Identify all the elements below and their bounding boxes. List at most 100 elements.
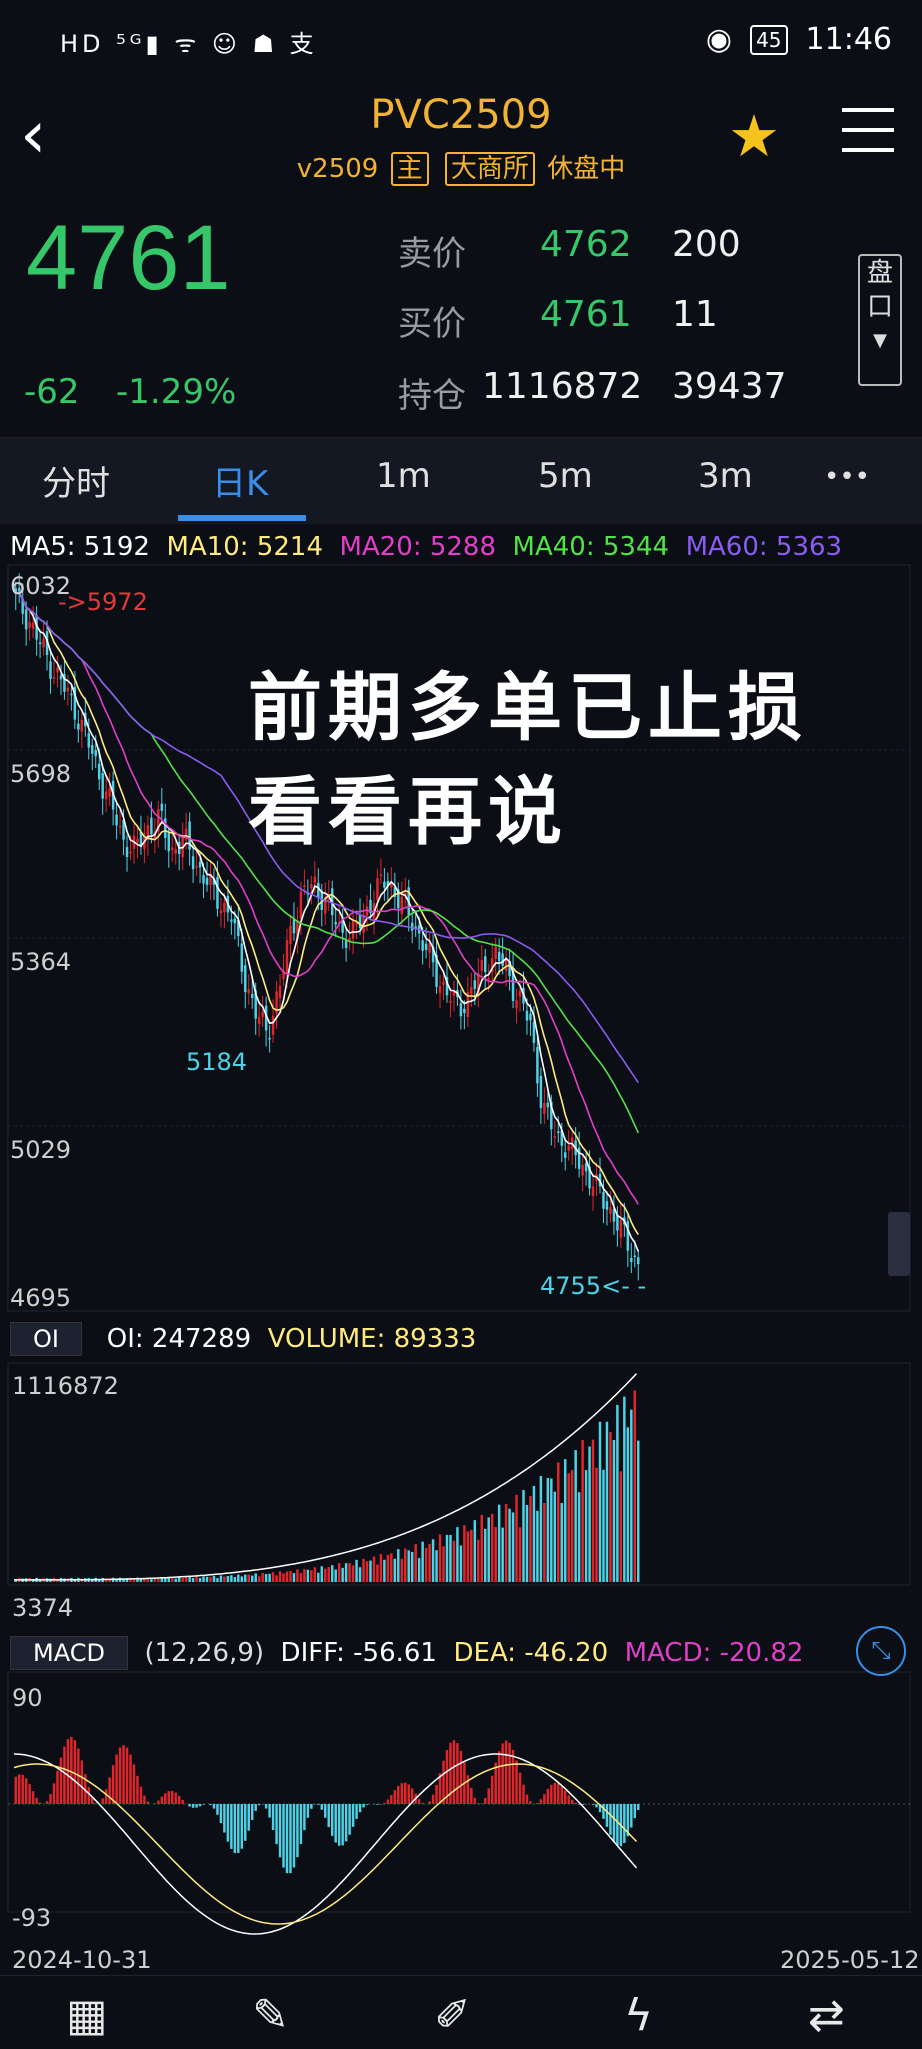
candle (174, 849, 177, 854)
candle (104, 791, 108, 800)
ask-price: 4762 (540, 224, 632, 265)
candle (80, 719, 84, 732)
oi-bar (459, 1545, 463, 1582)
candle (77, 723, 80, 730)
tab-5m[interactable]: 5m (538, 456, 593, 496)
oi-change: 39437 (672, 366, 787, 407)
switch-icon[interactable]: ⇄ (808, 1990, 845, 2041)
candle (494, 946, 497, 959)
oi-bar (490, 1513, 494, 1582)
oi-bar (619, 1471, 623, 1582)
candle (292, 918, 296, 934)
macd-indicator-button[interactable]: MACD (10, 1636, 128, 1670)
candle (219, 910, 223, 914)
oi-bar (400, 1558, 404, 1582)
candle (191, 856, 195, 870)
oi-bar (313, 1567, 317, 1582)
candle (567, 1145, 570, 1151)
oi-bar (442, 1546, 445, 1582)
candle (230, 919, 233, 922)
candle (278, 986, 282, 999)
expand-icon[interactable]: ⤡ (856, 1626, 906, 1676)
ma20-label: MA20: 5288 (339, 532, 497, 562)
candle (637, 1257, 640, 1265)
candle (24, 609, 28, 630)
tab-3m[interactable]: 3m (698, 456, 753, 496)
ma40-label: MA40: 5344 (512, 532, 670, 562)
pen-icon[interactable]: ✎ (252, 1990, 289, 2041)
oi-bar (306, 1569, 310, 1582)
candle (459, 1003, 463, 1017)
candle (164, 818, 167, 838)
price-change: -62 (24, 372, 80, 412)
oi-bar (164, 1577, 167, 1582)
draw-icon[interactable]: ✐ (434, 1990, 471, 2041)
candle (108, 788, 111, 797)
candle (480, 960, 483, 971)
oi-bar (546, 1477, 550, 1582)
candle (250, 993, 254, 998)
oi-bar (358, 1567, 362, 1582)
candle (125, 847, 129, 857)
oi-bar (417, 1558, 421, 1582)
star-icon[interactable]: ★ (728, 102, 780, 170)
candle (344, 940, 348, 949)
candle (484, 956, 487, 973)
candle (473, 980, 477, 989)
oi-bar (212, 1575, 216, 1582)
oi-bar (289, 1570, 292, 1582)
oi-bar (337, 1563, 341, 1582)
oi-bar (341, 1567, 344, 1582)
oi-bar (553, 1491, 557, 1582)
candle (334, 921, 337, 925)
low-marker: 5184 (186, 1048, 248, 1076)
oi-bar (174, 1578, 177, 1582)
candle (310, 883, 313, 889)
candle (70, 693, 73, 696)
candle (49, 661, 52, 679)
oi-bar (630, 1409, 633, 1582)
macd-frame (7, 1671, 911, 1913)
tab-daily-k[interactable]: 日K (212, 456, 268, 505)
candle (233, 918, 237, 924)
oi-bar (563, 1459, 567, 1582)
order-book-button[interactable]: 盘 口 ▼ (858, 254, 902, 386)
candle (470, 987, 473, 995)
bid-price: 4761 (540, 294, 632, 335)
oi-bar (470, 1529, 473, 1582)
tab-intraday[interactable]: 分时 (42, 456, 110, 505)
oi-bar (362, 1558, 365, 1582)
oi-label: 持仓 (398, 376, 466, 416)
candle (167, 833, 170, 852)
candle (414, 926, 417, 928)
candle (285, 940, 289, 973)
oi-bar (508, 1508, 511, 1582)
oi-indicator-button[interactable]: OI (10, 1322, 82, 1356)
oi-bar (431, 1539, 435, 1582)
oi-bar (250, 1575, 254, 1582)
candle (563, 1152, 567, 1158)
menu-icon[interactable] (842, 108, 894, 168)
grid-icon[interactable]: ▦ (66, 1990, 108, 2041)
oi-bar (209, 1577, 212, 1582)
oi-header: OI OI: 247289 VOLUME: 89333 (10, 1322, 476, 1356)
candle (633, 1255, 637, 1258)
oi-bar (550, 1478, 553, 1582)
candle (31, 622, 35, 629)
macd-header: MACD (12,26,9) DIFF: -56.61 DEA: -46.20 … (10, 1636, 803, 1670)
oi-bar (257, 1576, 261, 1582)
candle (536, 1047, 539, 1084)
oi-bar (633, 1390, 637, 1582)
oi-bar (560, 1502, 563, 1582)
ask-volume: 200 (672, 224, 741, 265)
candle (543, 1103, 546, 1114)
tab-1m[interactable]: 1m (376, 456, 431, 496)
oi-bar (365, 1561, 369, 1582)
more-icon[interactable]: ••• (824, 462, 870, 492)
candle (410, 922, 414, 931)
candle (240, 943, 244, 972)
flash-icon[interactable]: ϟ (624, 1990, 653, 2041)
oi-bar (230, 1575, 233, 1582)
ask-label: 卖价 (398, 234, 466, 274)
oi-bar (616, 1404, 619, 1582)
